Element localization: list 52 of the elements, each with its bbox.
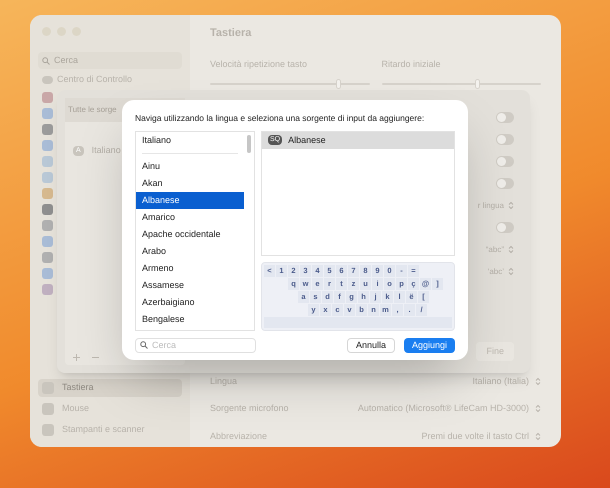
app-icon (42, 108, 53, 118)
app-icon (42, 268, 53, 278)
language-item[interactable]: Ainu (136, 158, 244, 175)
app-icon (42, 140, 53, 150)
toggle-switch[interactable] (496, 178, 514, 189)
toggle-switch[interactable] (496, 134, 514, 145)
app-icon (42, 172, 53, 182)
language-item[interactable]: Azerbaigiano (136, 294, 244, 311)
stepper-icon (508, 245, 514, 254)
cancel-button[interactable]: Annulla (346, 338, 395, 353)
language-item[interactable]: Italiano (136, 132, 254, 149)
app-icon (42, 424, 54, 436)
sidebar-item[interactable]: Tastiera (38, 379, 182, 397)
stepper-icon (535, 376, 541, 386)
setting-label: Abbreviazione (210, 430, 268, 442)
slider-label: Velocità ripetizione tasto (210, 58, 308, 71)
app-icon (42, 252, 53, 262)
stepper-icon (535, 404, 541, 414)
window-title: Tastiera (210, 26, 252, 41)
app-icon (42, 188, 53, 198)
app-icon (42, 236, 53, 246)
toggle-switch[interactable] (496, 112, 514, 123)
search-icon (42, 56, 50, 64)
scrollbar-thumb[interactable] (247, 134, 251, 153)
stepper-icon (508, 201, 514, 210)
add-icon[interactable] (73, 354, 80, 361)
language-item[interactable]: Assamese (136, 276, 244, 294)
language-item[interactable]: Bengalese (136, 310, 244, 328)
slider-thumb[interactable] (336, 79, 341, 89)
remove-icon[interactable] (92, 354, 99, 361)
slider-label: Ritardo iniziale (382, 58, 442, 70)
app-icon (42, 76, 53, 84)
language-item[interactable]: Albanese (136, 192, 244, 209)
search-icon (140, 341, 148, 350)
stepper-icon (508, 267, 514, 276)
app-icon (42, 220, 53, 230)
stepper-icon (535, 432, 541, 441)
language-item[interactable]: Arabo (136, 242, 244, 260)
app-icon (42, 284, 53, 294)
app-icon (42, 124, 53, 134)
app-icon (42, 204, 53, 214)
toggle-switch[interactable] (496, 222, 514, 233)
language-item[interactable]: Armeno (136, 260, 244, 277)
slider-thumb[interactable] (475, 79, 480, 89)
app-icon (42, 403, 54, 415)
language-item[interactable]: Akan (136, 174, 244, 192)
app-icon (42, 92, 53, 102)
toggle-switch[interactable] (496, 156, 514, 167)
add-button[interactable]: Aggiungi (404, 338, 455, 353)
language-item[interactable]: Apache occidentale (136, 226, 244, 243)
app-icon (42, 156, 53, 166)
language-item[interactable]: Amarico (136, 208, 244, 226)
